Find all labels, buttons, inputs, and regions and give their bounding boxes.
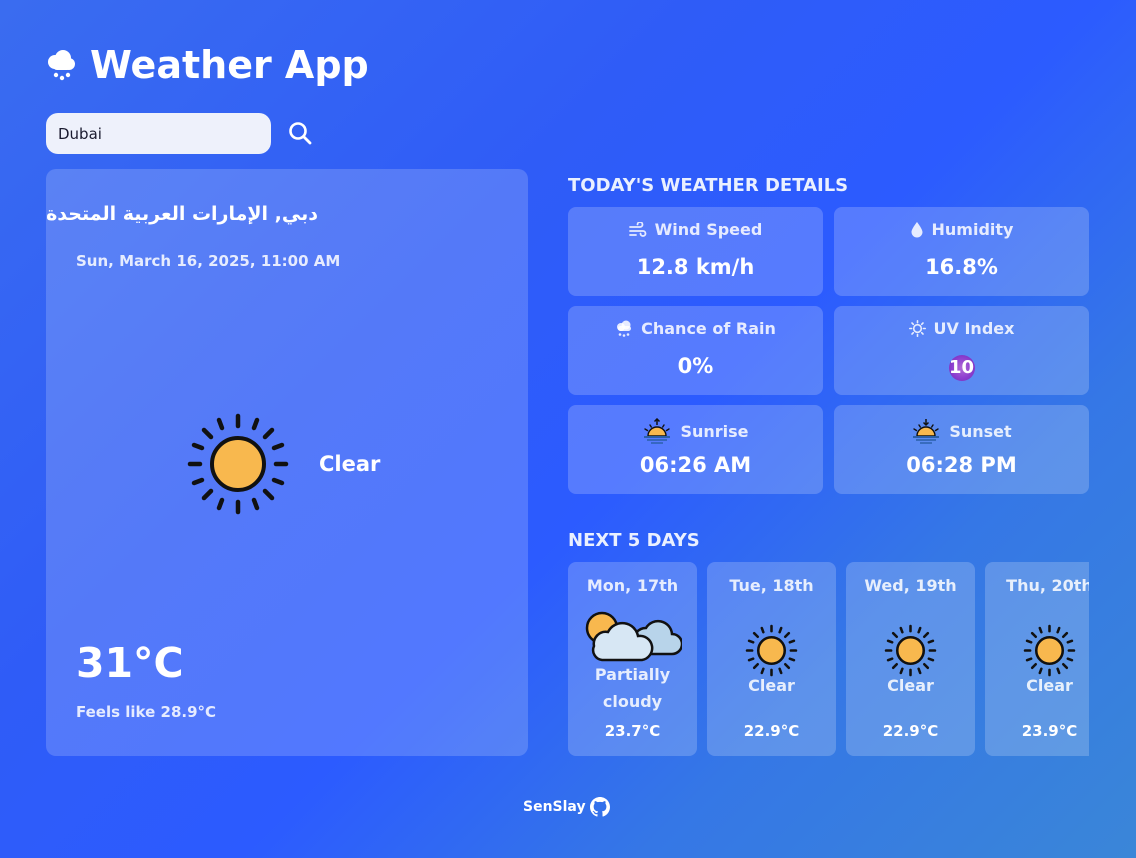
forecast-condition: Clear [887, 676, 934, 695]
city-name: دبي, الإمارات العربية المتحدة [46, 203, 318, 225]
forecast-temp: 22.9°C [743, 722, 800, 740]
forecast-card: Mon, 17th Partially cloudy 23.7°C [568, 562, 697, 756]
forecast-day: Tue, 18th [729, 576, 814, 595]
detail-card-sunrise: Sunrise 06:26 AM [568, 405, 823, 494]
detail-value-wind: 12.8 km/h [636, 255, 755, 279]
current-datetime: Sun, March 16, 2025, 11:00 AM [76, 252, 341, 270]
current-condition: Clear [319, 452, 381, 476]
cloud-rain-icon [617, 320, 632, 337]
detail-card-uv: UV Index 10 [834, 306, 1089, 395]
sun-icon [1023, 624, 1076, 677]
detail-value-rain: 0% [677, 354, 714, 378]
detail-label-humidity: Humidity [931, 220, 1014, 239]
search-button[interactable] [284, 119, 316, 149]
sunrise-icon [644, 418, 671, 444]
detail-label-uv: UV Index [933, 319, 1015, 338]
forecast-day: Mon, 17th [586, 576, 679, 595]
droplet-icon [911, 222, 923, 238]
footer-author-link[interactable]: SenSlay [523, 797, 610, 817]
forecast-condition: Partially cloudy [594, 665, 671, 711]
detail-card-sunset: Sunset 06:28 PM [834, 405, 1089, 494]
forecast-temp: 22.9°C [882, 722, 939, 740]
search-icon [289, 122, 312, 145]
uv-sun-icon [908, 320, 926, 337]
forecast-day: Thu, 20th [1006, 576, 1089, 595]
detail-card-wind: Wind Speed 12.8 km/h [568, 207, 823, 296]
detail-value-humidity: 16.8% [925, 255, 998, 279]
sun-icon [745, 624, 798, 677]
forecast-condition: Clear [1026, 676, 1073, 695]
forecast-day: Wed, 19th [864, 576, 957, 595]
detail-value-sunset: 06:28 PM [906, 453, 1017, 477]
sun-icon [884, 624, 937, 677]
details-section-title: TODAY'S WEATHER DETAILS [568, 175, 849, 196]
forecast-card: Thu, 20th Clear 23.9°C [985, 562, 1089, 756]
detail-label-wind: Wind Speed [654, 220, 763, 239]
wind-icon [628, 221, 647, 237]
current-weather-card: دبي, الإمارات العربية المتحدة Sun, March… [46, 169, 528, 756]
detail-label-rain: Chance of Rain [641, 319, 776, 338]
forecast-card: Wed, 19th Clear 22.9°C [846, 562, 975, 756]
forecast-card: Tue, 18th Clear 22.9°C [707, 562, 836, 756]
forecast-strip[interactable]: Mon, 17th Partially cloudy 23.7°C Tue, 1… [568, 562, 1089, 756]
forecast-temp: 23.9°C [1021, 722, 1078, 740]
forecast-condition: Clear [748, 676, 795, 695]
detail-label-sunrise: Sunrise [680, 421, 749, 441]
footer-author: SenSlay [523, 799, 586, 815]
cloud-rain-icon [44, 48, 78, 82]
forecast-temp: 23.7°C [604, 722, 661, 740]
uv-index-badge: 10 [948, 355, 975, 381]
sun-icon [187, 413, 289, 515]
feels-like: Feels like 28.9°C [76, 703, 217, 721]
detail-card-rain: Chance of Rain 0% [568, 306, 823, 395]
partly-cloudy-icon [585, 611, 682, 662]
detail-value-sunrise: 06:26 AM [639, 453, 752, 477]
detail-label-sunset: Sunset [949, 421, 1012, 441]
app-header: Weather App [44, 40, 369, 90]
city-search-input[interactable] [46, 113, 271, 154]
app-title: Weather App [90, 43, 369, 87]
sunset-icon [913, 419, 940, 444]
detail-card-humidity: Humidity 16.8% [834, 207, 1089, 296]
current-temperature: 31°C [76, 639, 184, 687]
github-icon [589, 797, 610, 817]
forecast-section-title: NEXT 5 DAYS [568, 530, 700, 551]
